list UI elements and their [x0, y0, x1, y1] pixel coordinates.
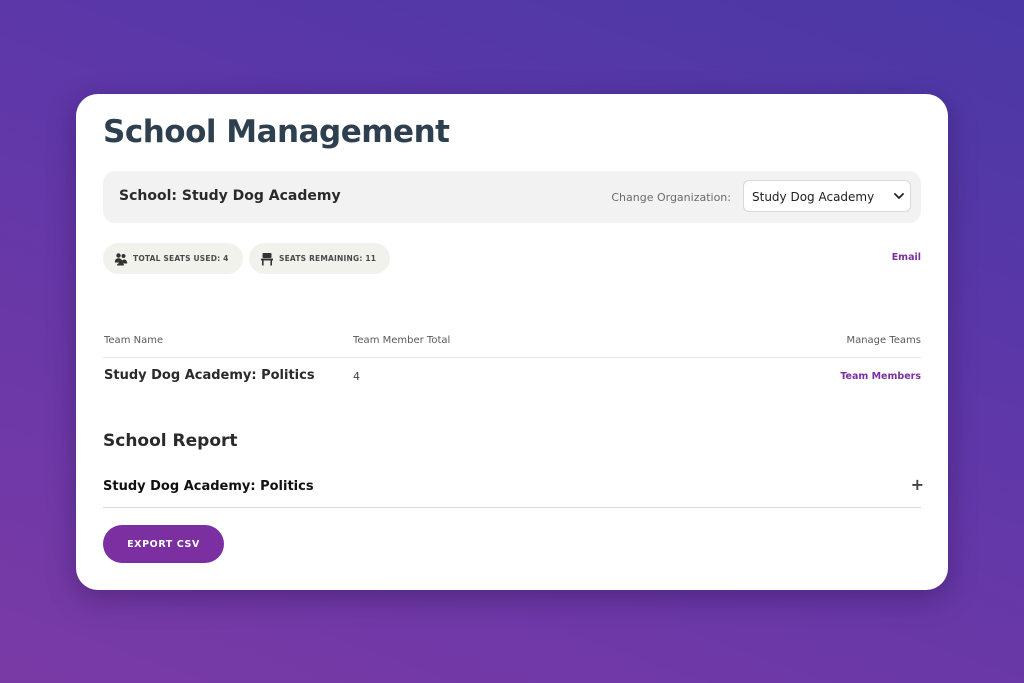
users-icon [114, 252, 128, 265]
export-csv-button[interactable]: EXPORT CSV [103, 525, 224, 563]
total-seats-used-label: TOTAL SEATS USED: 4 [133, 254, 229, 263]
seats-remaining-badge: SEATS REMAINING: 11 [249, 243, 390, 274]
team-member-total-cell: 4 [353, 370, 360, 383]
school-bar: School: Study Dog Academy Change Organiz… [103, 171, 921, 223]
report-accordion-title[interactable]: Study Dog Academy: Politics [103, 479, 314, 494]
school-name: School: Study Dog Academy [119, 188, 341, 204]
organization-select[interactable]: Study Dog Academy [743, 180, 911, 212]
column-header-team-name: Team Name [104, 335, 164, 346]
email-link[interactable]: Email [892, 252, 921, 263]
table-divider [103, 357, 921, 358]
change-organization-label: Change Organization: [611, 191, 731, 204]
accordion-divider [103, 507, 921, 508]
team-name-cell: Study Dog Academy: Politics [104, 368, 315, 383]
total-seats-used-badge: TOTAL SEATS USED: 4 [103, 243, 243, 274]
team-members-link[interactable]: Team Members [840, 371, 921, 382]
seats-remaining-label: SEATS REMAINING: 11 [279, 254, 377, 263]
organization-select-value: Study Dog Academy [752, 190, 875, 204]
school-report-title: School Report [103, 431, 238, 451]
chevron-down-icon [894, 193, 904, 199]
expand-plus-icon[interactable]: + [911, 475, 924, 494]
chair-icon [261, 252, 273, 265]
column-header-team-member-total: Team Member Total [353, 335, 451, 346]
school-management-card: School Management School: Study Dog Acad… [76, 94, 948, 590]
page-title: School Management [103, 114, 450, 150]
column-header-manage-teams: Manage Teams [846, 335, 921, 346]
